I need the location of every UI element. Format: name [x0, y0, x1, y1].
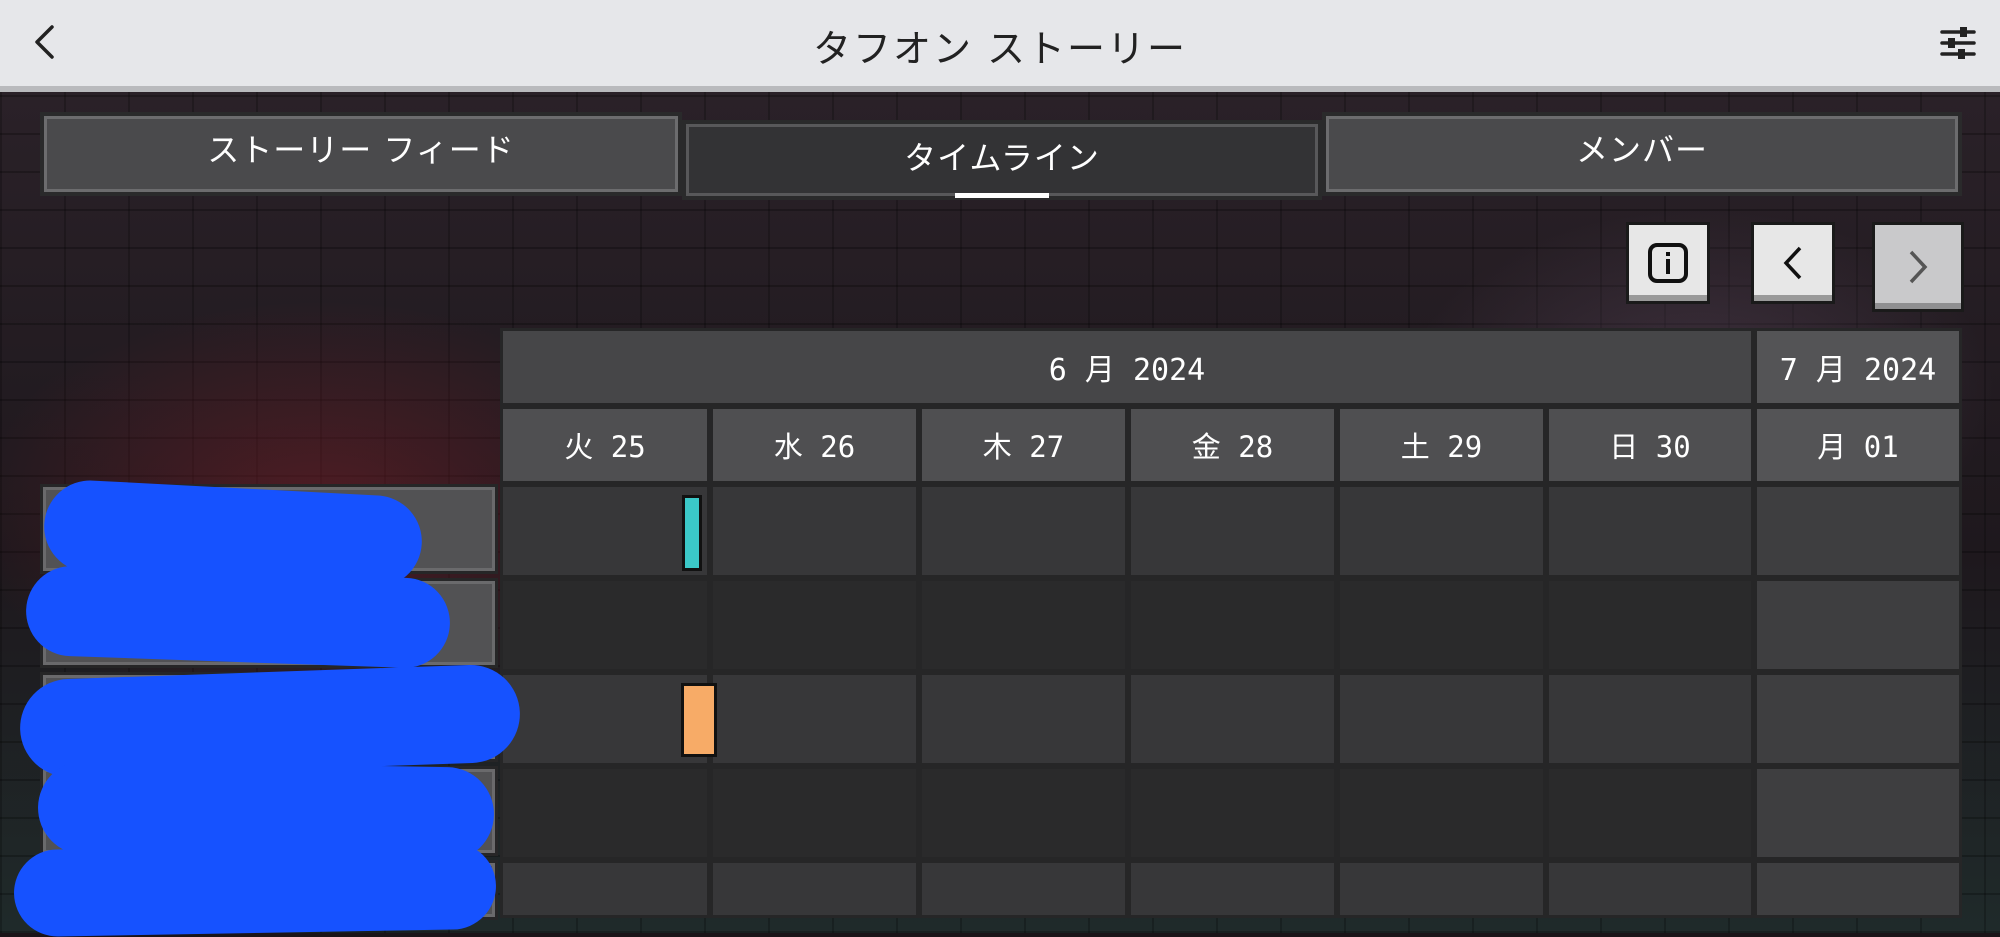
redaction-scribble: [24, 564, 452, 670]
timeline-cell[interactable]: [1546, 484, 1754, 578]
timeline-cell[interactable]: [500, 578, 710, 672]
tab-story-feed[interactable]: ストーリー フィード: [40, 112, 682, 196]
timeline-cell[interactable]: [710, 484, 919, 578]
timeline-cell[interactable]: [1128, 578, 1337, 672]
timeline-cell[interactable]: [919, 484, 1128, 578]
day-header: 火 25: [500, 406, 710, 484]
timeline-cell[interactable]: [1754, 672, 1962, 766]
timeline-cell[interactable]: [500, 860, 710, 918]
day-header: 木 27: [919, 406, 1128, 484]
timeline-cell[interactable]: [1754, 484, 1962, 578]
timeline-cell[interactable]: [1337, 672, 1546, 766]
sliders-icon: [1940, 27, 1976, 59]
timeline-cell[interactable]: [1546, 578, 1754, 672]
tab-members[interactable]: メンバー: [1322, 112, 1962, 196]
timeline-cell[interactable]: [710, 578, 919, 672]
timeline-cell[interactable]: [710, 766, 919, 860]
timeline-cell[interactable]: [1754, 860, 1962, 918]
timeline-grid: 6 月 2024 7 月 2024 火 25 水 26 木 27 金 28 土 …: [500, 328, 1962, 918]
timeline-cell[interactable]: [1754, 578, 1962, 672]
timeline-cell[interactable]: [919, 578, 1128, 672]
tab-label: メンバー: [1575, 131, 1708, 169]
timeline-cell[interactable]: [710, 860, 919, 918]
timeline-cell[interactable]: [1546, 766, 1754, 860]
timeline-cell[interactable]: [500, 766, 710, 860]
redaction-scribble: [13, 841, 497, 937]
month-header: 7 月 2024: [1754, 328, 1962, 406]
timeline-cell[interactable]: [1546, 860, 1754, 918]
timeline-cell[interactable]: [500, 484, 710, 578]
timeline-cell[interactable]: [1128, 766, 1337, 860]
timeline-cell[interactable]: [1337, 860, 1546, 918]
timeline-cell[interactable]: [1337, 484, 1546, 578]
timeline-cell[interactable]: [1754, 766, 1962, 860]
timeline-cell[interactable]: [1546, 672, 1754, 766]
next-week-button[interactable]: [1872, 222, 1964, 312]
day-header: 月 01: [1754, 406, 1962, 484]
timeline-cell[interactable]: [1128, 860, 1337, 918]
timeline-cell[interactable]: [710, 672, 919, 766]
timeline-cell[interactable]: [919, 860, 1128, 918]
timeline-cell[interactable]: [500, 672, 710, 766]
story-marker-orange[interactable]: [681, 683, 717, 757]
timeline-cell[interactable]: [1337, 578, 1546, 672]
day-header: 水 26: [710, 406, 919, 484]
info-icon: [1648, 243, 1688, 283]
tab-label: タイムライン: [904, 139, 1100, 177]
chevron-left-icon: [1783, 246, 1802, 280]
info-button[interactable]: [1626, 222, 1710, 304]
timeline-cell[interactable]: [1128, 672, 1337, 766]
chevron-right-icon: [1909, 250, 1928, 284]
timeline-cell[interactable]: [919, 672, 1128, 766]
day-header: 日 30: [1546, 406, 1754, 484]
previous-week-button[interactable]: [1751, 222, 1835, 304]
timeline-cell[interactable]: [1337, 766, 1546, 860]
month-header: 6 月 2024: [500, 328, 1754, 406]
timeline-cell[interactable]: [1128, 484, 1337, 578]
settings-button[interactable]: [1934, 20, 1982, 66]
tab-timeline[interactable]: タイムライン: [682, 120, 1322, 200]
story-marker-teal[interactable]: [682, 495, 702, 571]
active-tab-indicator: [955, 193, 1049, 198]
timeline-cell[interactable]: [919, 766, 1128, 860]
day-header: 金 28: [1128, 406, 1337, 484]
top-bar: タフオン ストーリー: [0, 0, 2000, 92]
tab-label: ストーリー フィード: [207, 131, 515, 169]
page-title: タフオン ストーリー: [812, 27, 1188, 71]
day-header: 土 29: [1337, 406, 1546, 484]
